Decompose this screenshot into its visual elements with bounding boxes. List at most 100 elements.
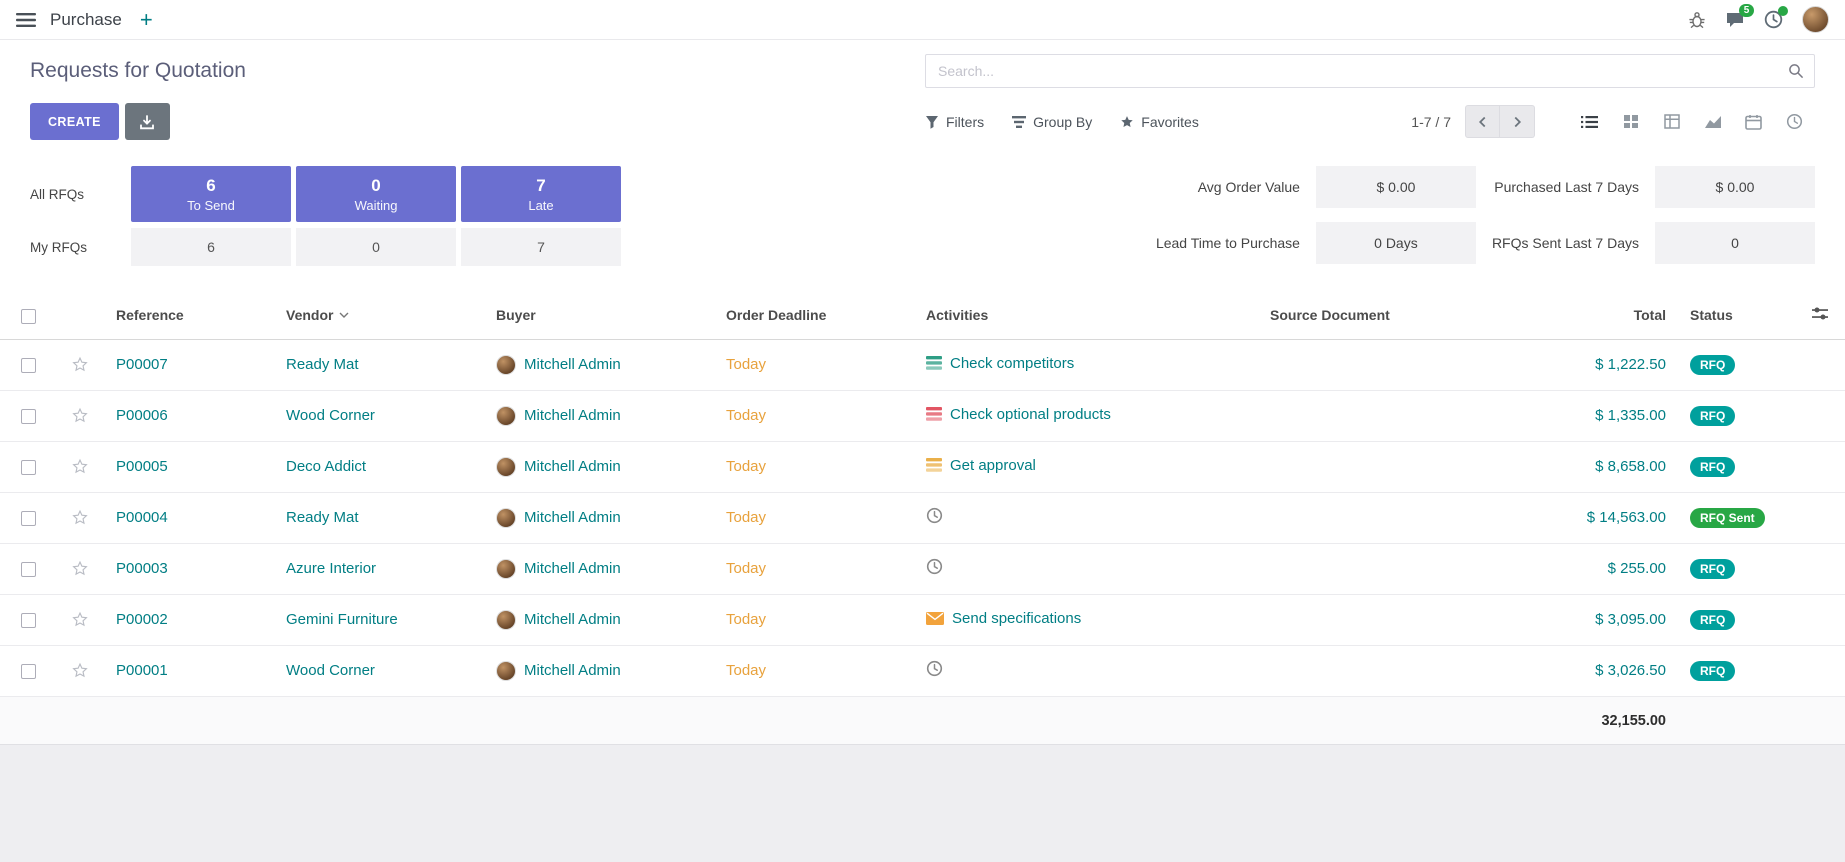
my-to-send-cell[interactable]: 6 — [131, 228, 291, 266]
select-all-checkbox[interactable] — [21, 309, 36, 324]
table-row[interactable]: P00004 Ready Mat Mitchell Admin Today $ … — [0, 492, 1845, 543]
row-checkbox[interactable] — [21, 358, 36, 373]
list-view-icon[interactable] — [1569, 105, 1610, 138]
vendor-link[interactable]: Deco Addict — [286, 458, 366, 475]
reference-link[interactable]: P00002 — [116, 611, 168, 628]
activity-cell[interactable] — [926, 558, 943, 575]
favorite-star-icon[interactable] — [71, 407, 89, 424]
rfqs-sent-last-7-days-label: RFQs Sent Last 7 Days — [1492, 235, 1639, 251]
reference-link[interactable]: P00007 — [116, 356, 168, 373]
late-card[interactable]: 7 Late — [461, 166, 621, 222]
my-late-cell[interactable]: 7 — [461, 228, 621, 266]
export-button[interactable] — [125, 103, 170, 140]
kanban-view-icon[interactable] — [1610, 105, 1651, 138]
activity-view-icon[interactable] — [1774, 105, 1815, 138]
buyer-link[interactable]: Mitchell Admin — [524, 407, 621, 424]
waiting-card[interactable]: 0 Waiting — [296, 166, 456, 222]
search-input[interactable] — [936, 62, 1788, 80]
activity-label[interactable]: Get approval — [950, 457, 1036, 474]
vendor-link[interactable]: Azure Interior — [286, 560, 376, 577]
vendor-link[interactable]: Ready Mat — [286, 509, 359, 526]
buyer-link[interactable]: Mitchell Admin — [524, 509, 621, 526]
reference-link[interactable]: P00001 — [116, 662, 168, 679]
pager-previous-button[interactable] — [1465, 105, 1500, 138]
lead-time-value[interactable]: 0 Days — [1316, 222, 1476, 264]
row-checkbox[interactable] — [21, 511, 36, 526]
favorite-star-icon[interactable] — [71, 611, 89, 628]
table-row[interactable]: P00005 Deco Addict Mitchell Admin Today … — [0, 441, 1845, 492]
app-name[interactable]: Purchase — [50, 10, 122, 30]
group-by-icon — [1012, 115, 1026, 129]
buyer-link[interactable]: Mitchell Admin — [524, 560, 621, 577]
avg-order-value[interactable]: $ 0.00 — [1316, 166, 1476, 208]
favorite-star-icon[interactable] — [71, 458, 89, 475]
activity-label[interactable]: Check competitors — [950, 355, 1074, 372]
row-checkbox[interactable] — [21, 664, 36, 679]
header-source-document[interactable]: Source Document — [1258, 292, 1488, 339]
activity-cell[interactable] — [926, 660, 943, 677]
favorites-button[interactable]: Favorites — [1120, 114, 1199, 130]
buyer-link[interactable]: Mitchell Admin — [524, 611, 621, 628]
reference-link[interactable]: P00006 — [116, 407, 168, 424]
row-checkbox[interactable] — [21, 409, 36, 424]
activities-clock-icon[interactable] — [1764, 10, 1783, 29]
header-status[interactable]: Status — [1678, 292, 1795, 339]
messages-icon[interactable]: 5 — [1725, 11, 1745, 29]
search-icon[interactable] — [1788, 63, 1804, 79]
to-send-card[interactable]: 6 To Send — [131, 166, 291, 222]
debug-bug-icon[interactable] — [1688, 11, 1706, 29]
activity-cell[interactable]: Check competitors — [926, 355, 1074, 372]
activity-label[interactable]: Send specifications — [952, 610, 1081, 627]
activities-badge-dot — [1778, 6, 1788, 16]
table-row[interactable]: P00006 Wood Corner Mitchell Admin Today … — [0, 390, 1845, 441]
user-avatar[interactable] — [1802, 6, 1829, 33]
pager-next-button[interactable] — [1500, 105, 1535, 138]
favorite-star-icon[interactable] — [71, 509, 89, 526]
quick-add-icon[interactable]: + — [140, 9, 153, 31]
vendor-link[interactable]: Ready Mat — [286, 356, 359, 373]
table-row[interactable]: P00003 Azure Interior Mitchell Admin Tod… — [0, 543, 1845, 594]
buyer-link[interactable]: Mitchell Admin — [524, 458, 621, 475]
purchased-last-7-days[interactable]: $ 0.00 — [1655, 166, 1815, 208]
filters-button[interactable]: Filters — [925, 114, 984, 130]
reference-link[interactable]: P00003 — [116, 560, 168, 577]
activity-cell[interactable]: Check optional products — [926, 406, 1111, 423]
reference-link[interactable]: P00004 — [116, 509, 168, 526]
vendor-link[interactable]: Gemini Furniture — [286, 611, 398, 628]
buyer-link[interactable]: Mitchell Admin — [524, 662, 621, 679]
header-activities[interactable]: Activities — [914, 292, 1258, 339]
main-content: Requests for Quotation CREATE Fi — [0, 40, 1845, 745]
header-total[interactable]: Total — [1488, 292, 1678, 339]
favorite-star-icon[interactable] — [71, 560, 89, 577]
row-checkbox[interactable] — [21, 613, 36, 628]
page-title: Requests for Quotation — [30, 59, 925, 83]
create-button[interactable]: CREATE — [30, 103, 119, 140]
table-row[interactable]: P00002 Gemini Furniture Mitchell Admin T… — [0, 594, 1845, 645]
header-order-deadline[interactable]: Order Deadline — [714, 292, 914, 339]
buyer-link[interactable]: Mitchell Admin — [524, 356, 621, 373]
pivot-view-icon[interactable] — [1651, 105, 1692, 138]
calendar-view-icon[interactable] — [1733, 105, 1774, 138]
rfqs-sent-last-7-days[interactable]: 0 — [1655, 222, 1815, 264]
header-buyer[interactable]: Buyer — [484, 292, 714, 339]
table-row[interactable]: P00007 Ready Mat Mitchell Admin Today Ch… — [0, 339, 1845, 390]
favorite-star-icon[interactable] — [71, 356, 89, 373]
header-reference[interactable]: Reference — [104, 292, 274, 339]
activity-label[interactable]: Check optional products — [950, 406, 1111, 423]
header-vendor[interactable]: Vendor — [274, 292, 484, 339]
reference-link[interactable]: P00005 — [116, 458, 168, 475]
group-by-button[interactable]: Group By — [1012, 114, 1092, 130]
vendor-link[interactable]: Wood Corner — [286, 407, 375, 424]
my-waiting-cell[interactable]: 0 — [296, 228, 456, 266]
graph-view-icon[interactable] — [1692, 105, 1733, 138]
vendor-link[interactable]: Wood Corner — [286, 662, 375, 679]
favorite-star-icon[interactable] — [71, 662, 89, 679]
activity-cell[interactable] — [926, 507, 943, 524]
row-checkbox[interactable] — [21, 562, 36, 577]
activity-cell[interactable]: Get approval — [926, 457, 1036, 474]
table-row[interactable]: P00001 Wood Corner Mitchell Admin Today … — [0, 645, 1845, 696]
activity-cell[interactable]: Send specifications — [926, 610, 1081, 627]
hamburger-menu-icon[interactable] — [16, 12, 36, 28]
row-checkbox[interactable] — [21, 460, 36, 475]
optional-columns-button[interactable] — [1795, 292, 1845, 339]
